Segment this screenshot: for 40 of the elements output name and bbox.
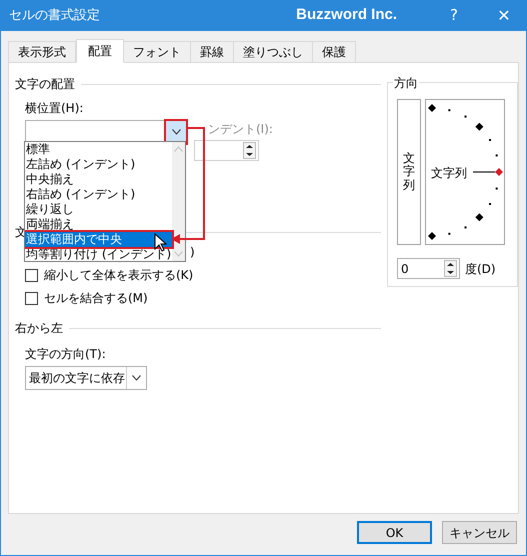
chevron-down-icon bbox=[172, 129, 180, 135]
window-title: セルの書式設定 bbox=[9, 6, 101, 25]
chevron-down-icon bbox=[132, 375, 141, 381]
field-label: 度(D) bbox=[465, 260, 496, 278]
dropdown-option[interactable]: 左詰め (インデント) bbox=[25, 157, 172, 172]
orientation-pointer[interactable] bbox=[472, 168, 503, 176]
spinner-arrows-icon bbox=[444, 260, 457, 277]
dropdown-option[interactable]: 両端揃え bbox=[25, 217, 172, 232]
dropdown-option[interactable]: 繰り返し bbox=[25, 202, 172, 217]
dropdown-option[interactable]: 右詰め (インデント) bbox=[25, 187, 172, 202]
field-label: 文字の方向(T): bbox=[25, 346, 106, 363]
checkbox-label: 縮小して全体を表示する(K) bbox=[44, 267, 194, 284]
dropdown-button[interactable] bbox=[166, 121, 186, 143]
dropdown-option[interactable]: 中央揃え bbox=[25, 172, 172, 187]
label-fragment: ) bbox=[190, 244, 195, 261]
dropdown-option[interactable]: 均等割り付け (インデント) bbox=[25, 247, 172, 261]
help-button[interactable]: ? bbox=[441, 4, 467, 27]
checkbox-label: セルを結合する(M) bbox=[44, 290, 148, 307]
checkbox[interactable] bbox=[25, 292, 38, 304]
brand-label: Buzzword Inc. bbox=[296, 5, 397, 26]
dialog-button[interactable]: OK bbox=[357, 521, 432, 544]
orientation-dial[interactable]: 文字列 bbox=[425, 99, 505, 245]
tab[interactable]: 配置 bbox=[76, 39, 124, 63]
section-heading: 右から左 bbox=[15, 320, 63, 337]
section-heading: 文字の配置 bbox=[15, 76, 75, 93]
tab[interactable]: 保護 bbox=[312, 41, 356, 62]
vertical-text-button[interactable]: 文字列 bbox=[397, 99, 421, 245]
direction-dropdown[interactable]: 最初の文字に依存 bbox=[25, 366, 147, 390]
degrees-spinbox[interactable]: 0 bbox=[397, 258, 460, 279]
field-label: ンデント(I): bbox=[208, 121, 273, 138]
dropdown-option[interactable]: 選択範囲内で中央 bbox=[25, 232, 172, 247]
checkbox[interactable] bbox=[25, 268, 38, 282]
indent-spinbox[interactable] bbox=[194, 140, 259, 161]
spinner-arrows-icon bbox=[243, 142, 256, 159]
close-button[interactable]: ✕ bbox=[491, 4, 517, 28]
dialog-button[interactable]: キャンセル bbox=[442, 521, 517, 544]
field-label: 横位置(H): bbox=[25, 100, 84, 117]
tab[interactable]: 表示形式 bbox=[8, 41, 76, 62]
dial-text: 文字列 bbox=[431, 165, 467, 182]
dropdown-option[interactable]: 標準 bbox=[25, 142, 172, 157]
